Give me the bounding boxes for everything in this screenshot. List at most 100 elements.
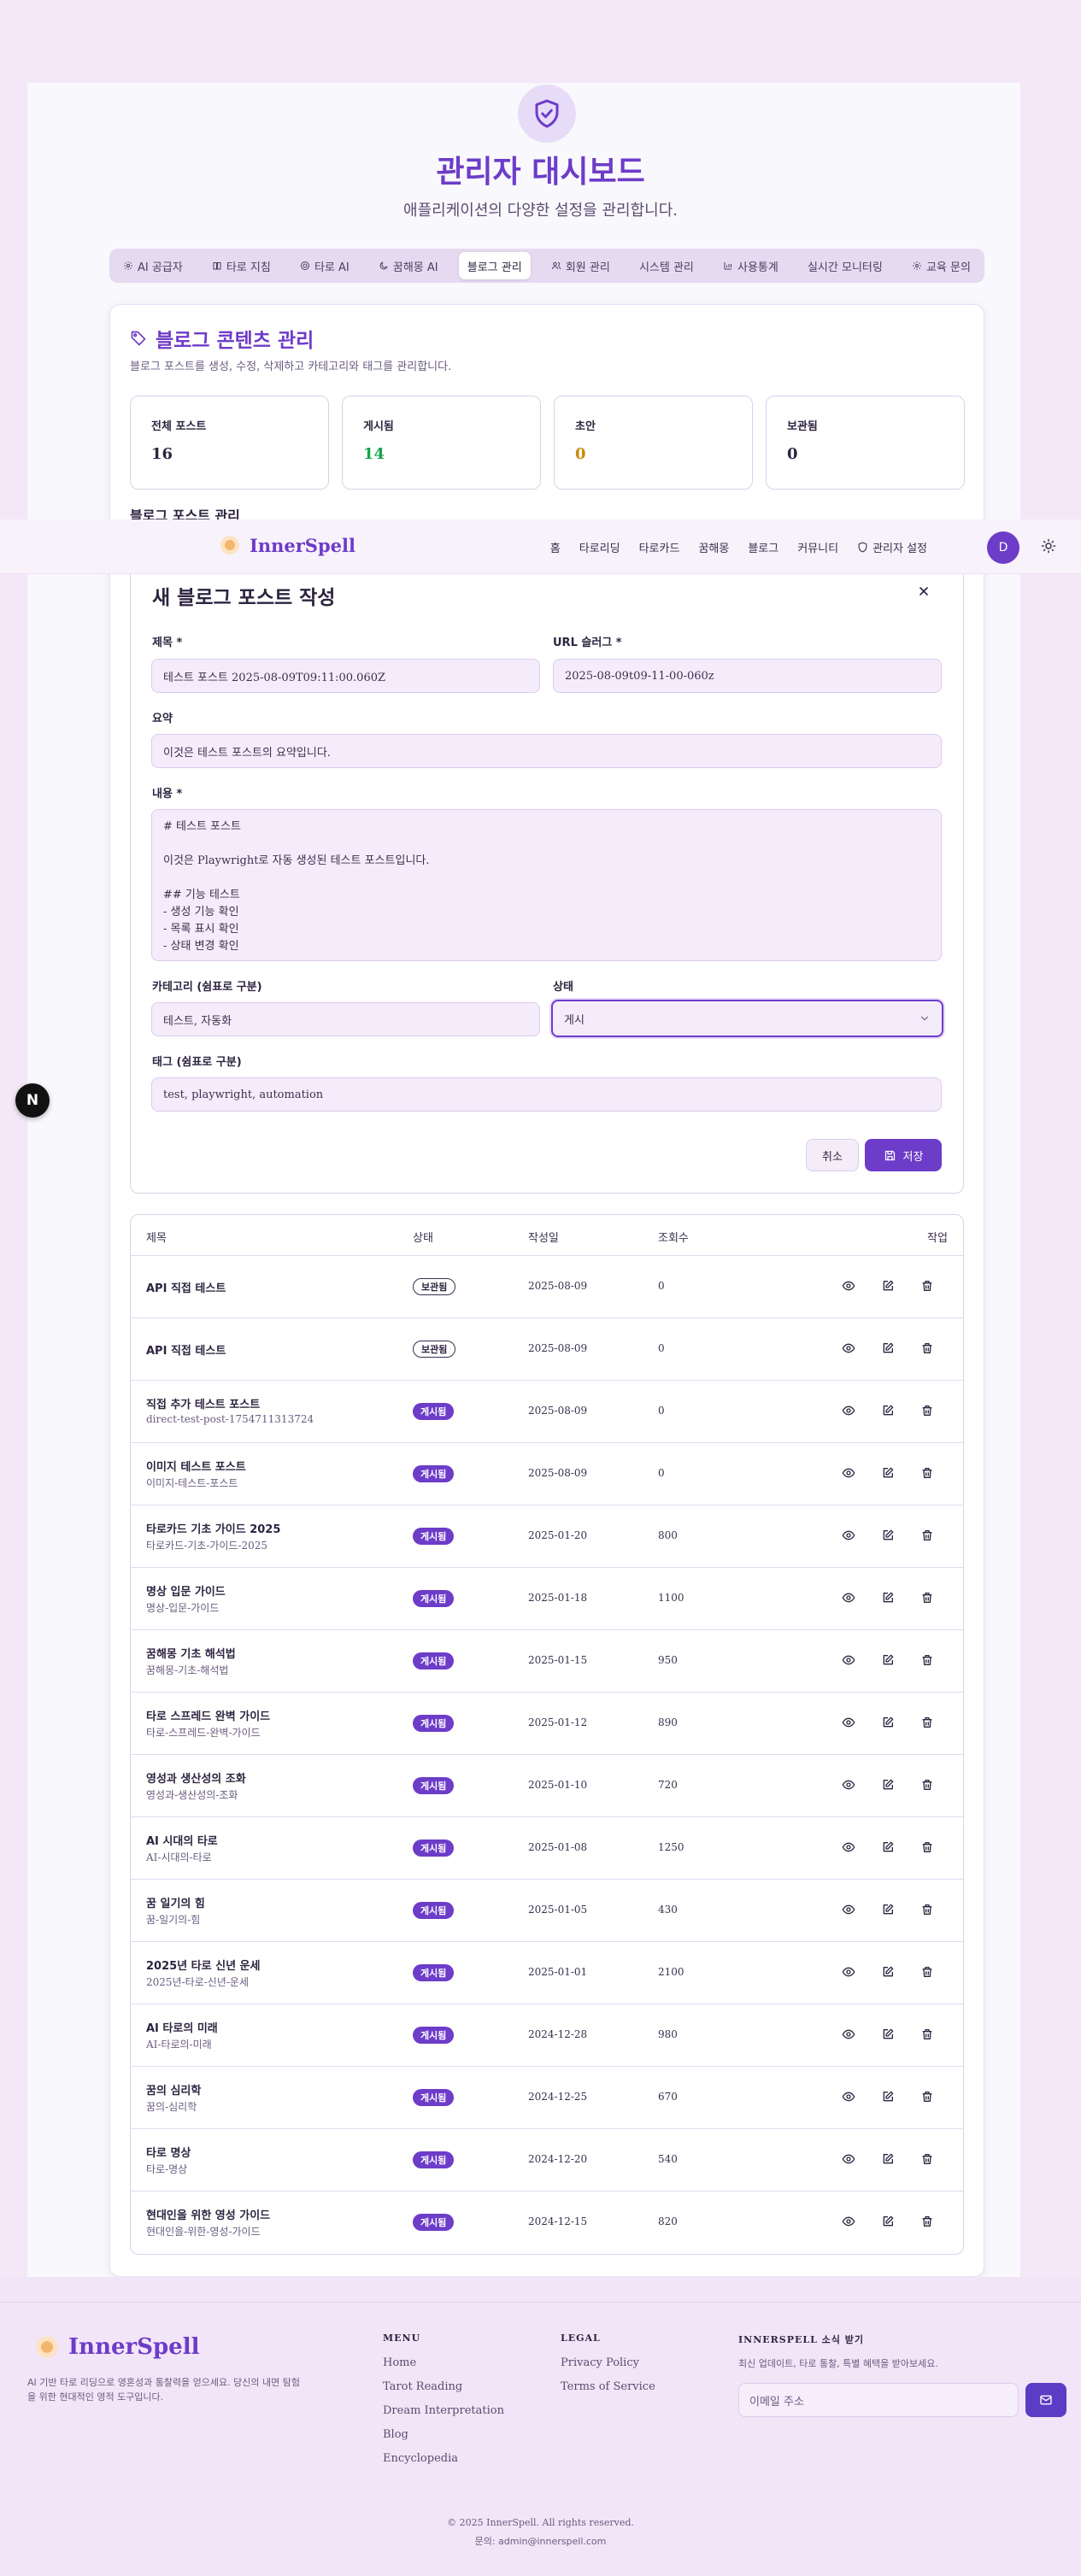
trash-icon[interactable] — [920, 1903, 934, 1916]
post-title[interactable]: 꿈의 심리학 — [146, 2081, 201, 2098]
view-icon[interactable] — [842, 2152, 855, 2166]
footer-link-privacy[interactable]: Privacy Policy — [561, 2356, 639, 2369]
trash-icon[interactable] — [920, 1341, 934, 1355]
tab-realtime-monitoring[interactable]: 실시간 모니터링 — [799, 252, 891, 279]
category-input[interactable]: 테스트, 자동화 — [151, 1002, 540, 1036]
view-icon[interactable] — [842, 1466, 855, 1480]
tab-members[interactable]: 회원 관리 — [543, 252, 619, 279]
post-title[interactable]: 2025년 타로 신년 운세 — [146, 1957, 260, 1973]
view-icon[interactable] — [842, 1404, 855, 1417]
post-title[interactable]: AI 타로의 미래 — [146, 2019, 218, 2035]
nav-link-dream-interpretation[interactable]: 꿈해몽 — [698, 539, 729, 555]
nextjs-devtools-button[interactable]: N — [15, 1083, 50, 1118]
view-icon[interactable] — [842, 1591, 855, 1605]
nav-link-home[interactable]: 홈 — [550, 539, 561, 555]
nav-link-admin-settings[interactable]: 관리자 설정 — [857, 539, 927, 555]
footer-brand[interactable]: InnerSpell — [34, 2334, 199, 2360]
post-title[interactable]: 타로 명상 — [146, 2144, 191, 2160]
edit-icon[interactable] — [881, 1653, 895, 1667]
trash-icon[interactable] — [920, 1404, 934, 1417]
slug-input[interactable]: 2025-08-09t09-11-00-060z — [553, 659, 942, 693]
tab-tarot-ai[interactable]: 타로 AI — [291, 252, 358, 279]
post-title[interactable]: API 직접 테스트 — [146, 1279, 226, 1295]
post-title[interactable]: 타로 스프레드 완벽 가이드 — [146, 1707, 270, 1723]
edit-icon[interactable] — [881, 1279, 895, 1293]
brand-logo[interactable]: InnerSpell — [219, 534, 355, 556]
nav-link-community[interactable]: 커뮤니티 — [797, 539, 838, 555]
post-title[interactable]: 영성과 생산성의 조화 — [146, 1769, 246, 1786]
view-icon[interactable] — [842, 1840, 855, 1854]
tab-ai-provider[interactable]: AI 공급자 — [115, 252, 191, 279]
newsletter-email-input[interactable]: 이메일 주소 — [738, 2383, 1019, 2417]
view-icon[interactable] — [842, 1716, 855, 1729]
view-icon[interactable] — [842, 1965, 855, 1979]
edit-icon[interactable] — [881, 1529, 895, 1542]
tab-usage-stats[interactable]: 사용통계 — [714, 252, 787, 279]
nav-link-tarot-cards[interactable]: 타로카드 — [639, 539, 680, 555]
post-title[interactable]: 타로카드 기초 가이드 2025 — [146, 1520, 280, 1536]
edit-icon[interactable] — [881, 2215, 895, 2228]
nav-link-blog[interactable]: 블로그 — [748, 539, 778, 555]
footer-link-encyclopedia[interactable]: Encyclopedia — [383, 2452, 458, 2465]
edit-icon[interactable] — [881, 2090, 895, 2104]
footer-link-tarot-reading[interactable]: Tarot Reading — [383, 2380, 462, 2393]
summary-input[interactable]: 이것은 테스트 포스트의 요약입니다. — [151, 734, 942, 768]
post-title[interactable]: AI 시대의 타로 — [146, 1832, 218, 1848]
save-button[interactable]: 저장 — [865, 1139, 942, 1171]
tab-education-inquiry[interactable]: 교육 문의 — [903, 252, 979, 279]
view-icon[interactable] — [842, 2027, 855, 2041]
trash-icon[interactable] — [920, 2090, 934, 2104]
edit-icon[interactable] — [881, 1716, 895, 1729]
view-icon[interactable] — [842, 1903, 855, 1916]
footer-link-terms[interactable]: Terms of Service — [561, 2380, 655, 2393]
footer-link-blog[interactable]: Blog — [383, 2428, 408, 2441]
view-icon[interactable] — [842, 2090, 855, 2104]
post-title[interactable]: 직접 추가 테스트 포스트 — [146, 1395, 260, 1411]
view-icon[interactable] — [842, 1778, 855, 1792]
subscribe-button[interactable] — [1025, 2383, 1066, 2417]
trash-icon[interactable] — [920, 1965, 934, 1979]
close-icon[interactable] — [917, 584, 931, 601]
footer-link-home[interactable]: Home — [383, 2356, 416, 2369]
view-icon[interactable] — [842, 1341, 855, 1355]
edit-icon[interactable] — [881, 1840, 895, 1854]
footer-link-dream-interpretation[interactable]: Dream Interpretation — [383, 2404, 504, 2417]
tab-tarot-guidelines[interactable]: 타로 지침 — [203, 252, 279, 279]
trash-icon[interactable] — [920, 1716, 934, 1729]
trash-icon[interactable] — [920, 1840, 934, 1854]
post-title[interactable]: 이미지 테스트 포스트 — [146, 1458, 246, 1474]
trash-icon[interactable] — [920, 1778, 934, 1792]
trash-icon[interactable] — [920, 1279, 934, 1293]
edit-icon[interactable] — [881, 2152, 895, 2166]
theme-toggle-icon[interactable] — [1041, 538, 1056, 557]
content-textarea[interactable]: # 테스트 포스트 이것은 Playwright로 자동 생성된 테스트 포스트… — [151, 809, 942, 961]
post-title[interactable]: 명상 입문 가이드 — [146, 1582, 226, 1599]
trash-icon[interactable] — [920, 2027, 934, 2041]
avatar[interactable]: D — [987, 531, 1019, 564]
edit-icon[interactable] — [881, 1965, 895, 1979]
tab-system[interactable]: 시스템 관리 — [631, 252, 702, 279]
status-select[interactable]: 게시 — [551, 1000, 943, 1037]
edit-icon[interactable] — [881, 1466, 895, 1480]
view-icon[interactable] — [842, 1529, 855, 1542]
post-title[interactable]: 현대인을 위한 영성 가이드 — [146, 2206, 270, 2222]
trash-icon[interactable] — [920, 1591, 934, 1605]
edit-icon[interactable] — [881, 1341, 895, 1355]
post-title[interactable]: 꿈 일기의 힘 — [146, 1894, 205, 1910]
nav-link-tarot-reading[interactable]: 타로리딩 — [579, 539, 620, 555]
post-title[interactable]: API 직접 테스트 — [146, 1341, 226, 1358]
trash-icon[interactable] — [920, 2215, 934, 2228]
edit-icon[interactable] — [881, 1591, 895, 1605]
view-icon[interactable] — [842, 2215, 855, 2228]
edit-icon[interactable] — [881, 1404, 895, 1417]
tab-dream-ai[interactable]: 꿈해몽 AI — [370, 252, 447, 279]
tags-input[interactable]: test, playwright, automation — [151, 1077, 942, 1112]
view-icon[interactable] — [842, 1279, 855, 1293]
trash-icon[interactable] — [920, 1653, 934, 1667]
view-icon[interactable] — [842, 1653, 855, 1667]
title-input[interactable]: 테스트 포스트 2025-08-09T09:11:00.060Z — [151, 659, 540, 693]
trash-icon[interactable] — [920, 1466, 934, 1480]
trash-icon[interactable] — [920, 2152, 934, 2166]
trash-icon[interactable] — [920, 1529, 934, 1542]
cancel-button[interactable]: 취소 — [806, 1139, 859, 1171]
